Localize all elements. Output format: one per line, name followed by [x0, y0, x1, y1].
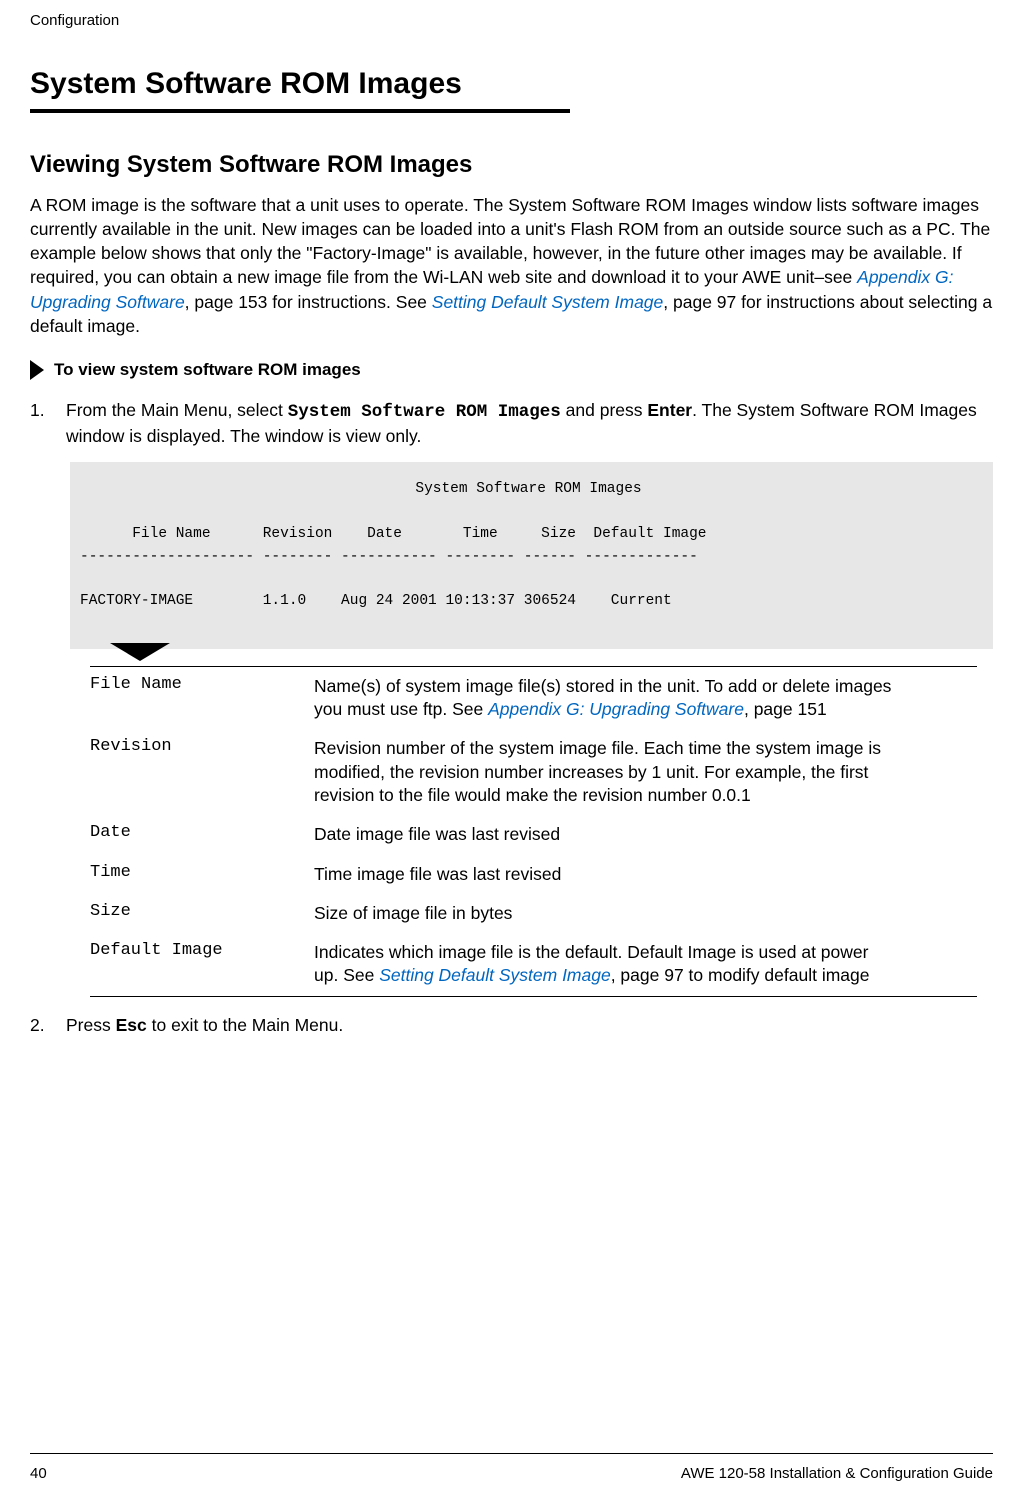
screenshot-title: System Software ROM Images	[80, 478, 977, 500]
step1-pre: From the Main Menu, select	[66, 400, 288, 420]
arrow-right-icon	[30, 360, 44, 380]
running-header: Configuration	[30, 12, 993, 29]
procedure-heading-text: To view system software ROM images	[54, 360, 361, 380]
definition-value: Name(s) of system image file(s) stored i…	[314, 675, 894, 722]
menu-item-system-software-rom-images: System Software ROM Images	[288, 402, 561, 422]
step-number: 2.	[30, 1013, 48, 1037]
definition-value: Time image file was last revised	[314, 863, 561, 886]
key-enter: Enter	[647, 400, 692, 420]
doc-title: AWE 120-58 Installation & Configuration …	[681, 1465, 993, 1482]
definition-label: File Name	[90, 675, 290, 722]
step-2: 2. Press Esc to exit to the Main Menu.	[30, 1013, 993, 1037]
link-appendix-g-2[interactable]: Appendix G: Upgrading Software	[488, 699, 744, 719]
section-underline	[30, 109, 570, 113]
definition-row: Time Time image file was last revised	[90, 855, 977, 894]
footer-rule	[30, 1453, 993, 1454]
screenshot-data-row: FACTORY-IMAGE 1.1.0 Aug 24 2001 10:13:37…	[80, 593, 672, 609]
step-number: 1.	[30, 398, 48, 448]
step2-post: to exit to the Main Menu.	[147, 1015, 344, 1035]
definition-value: Revision number of the system image file…	[314, 737, 894, 807]
definition-label: Time	[90, 863, 290, 886]
page-footer: 40 AWE 120-58 Installation & Configurati…	[30, 1465, 993, 1482]
arrow-down-icon	[110, 643, 993, 666]
intro-text-mid: , page 153 for instructions. See	[185, 292, 432, 312]
definition-row: File Name Name(s) of system image file(s…	[90, 667, 977, 730]
terminal-screenshot: System Software ROM Images File Name Rev…	[70, 462, 993, 649]
definition-value: Size of image file in bytes	[314, 902, 512, 925]
subsection-title: Viewing System Software ROM Images	[30, 151, 993, 179]
key-esc: Esc	[116, 1015, 147, 1035]
definition-label: Revision	[90, 737, 290, 807]
link-default-image[interactable]: Setting Default System Image	[432, 292, 664, 312]
definition-label: Size	[90, 902, 290, 925]
intro-text-pre: A ROM image is the software that a unit …	[30, 195, 990, 287]
definition-label: Default Image	[90, 941, 290, 988]
definition-label: Date	[90, 823, 290, 846]
definitions-table: File Name Name(s) of system image file(s…	[90, 666, 977, 997]
definition-value: Indicates which image file is the defaul…	[314, 941, 894, 988]
section-title: System Software ROM Images	[30, 67, 993, 105]
step-1: 1. From the Main Menu, select System Sof…	[30, 398, 993, 448]
screenshot-header-row: File Name Revision Date Time Size Defaul…	[80, 526, 707, 542]
definition-row: Size Size of image file in bytes	[90, 894, 977, 933]
screenshot-divider-row: -------------------- -------- ----------…	[80, 549, 698, 565]
step2-pre: Press	[66, 1015, 116, 1035]
link-default-image-2[interactable]: Setting Default System Image	[379, 965, 611, 985]
definition-value: Date image file was last revised	[314, 823, 560, 846]
step1-mid: and press	[561, 400, 648, 420]
intro-paragraph: A ROM image is the software that a unit …	[30, 193, 993, 338]
procedure-heading: To view system software ROM images	[30, 360, 993, 380]
def-text-post: , page 97 to modify default image	[611, 965, 870, 985]
page-number: 40	[30, 1465, 47, 1482]
def-text-post: , page 151	[744, 699, 827, 719]
definition-row: Date Date image file was last revised	[90, 815, 977, 854]
definition-row: Revision Revision number of the system i…	[90, 729, 977, 815]
definition-row: Default Image Indicates which image file…	[90, 933, 977, 996]
